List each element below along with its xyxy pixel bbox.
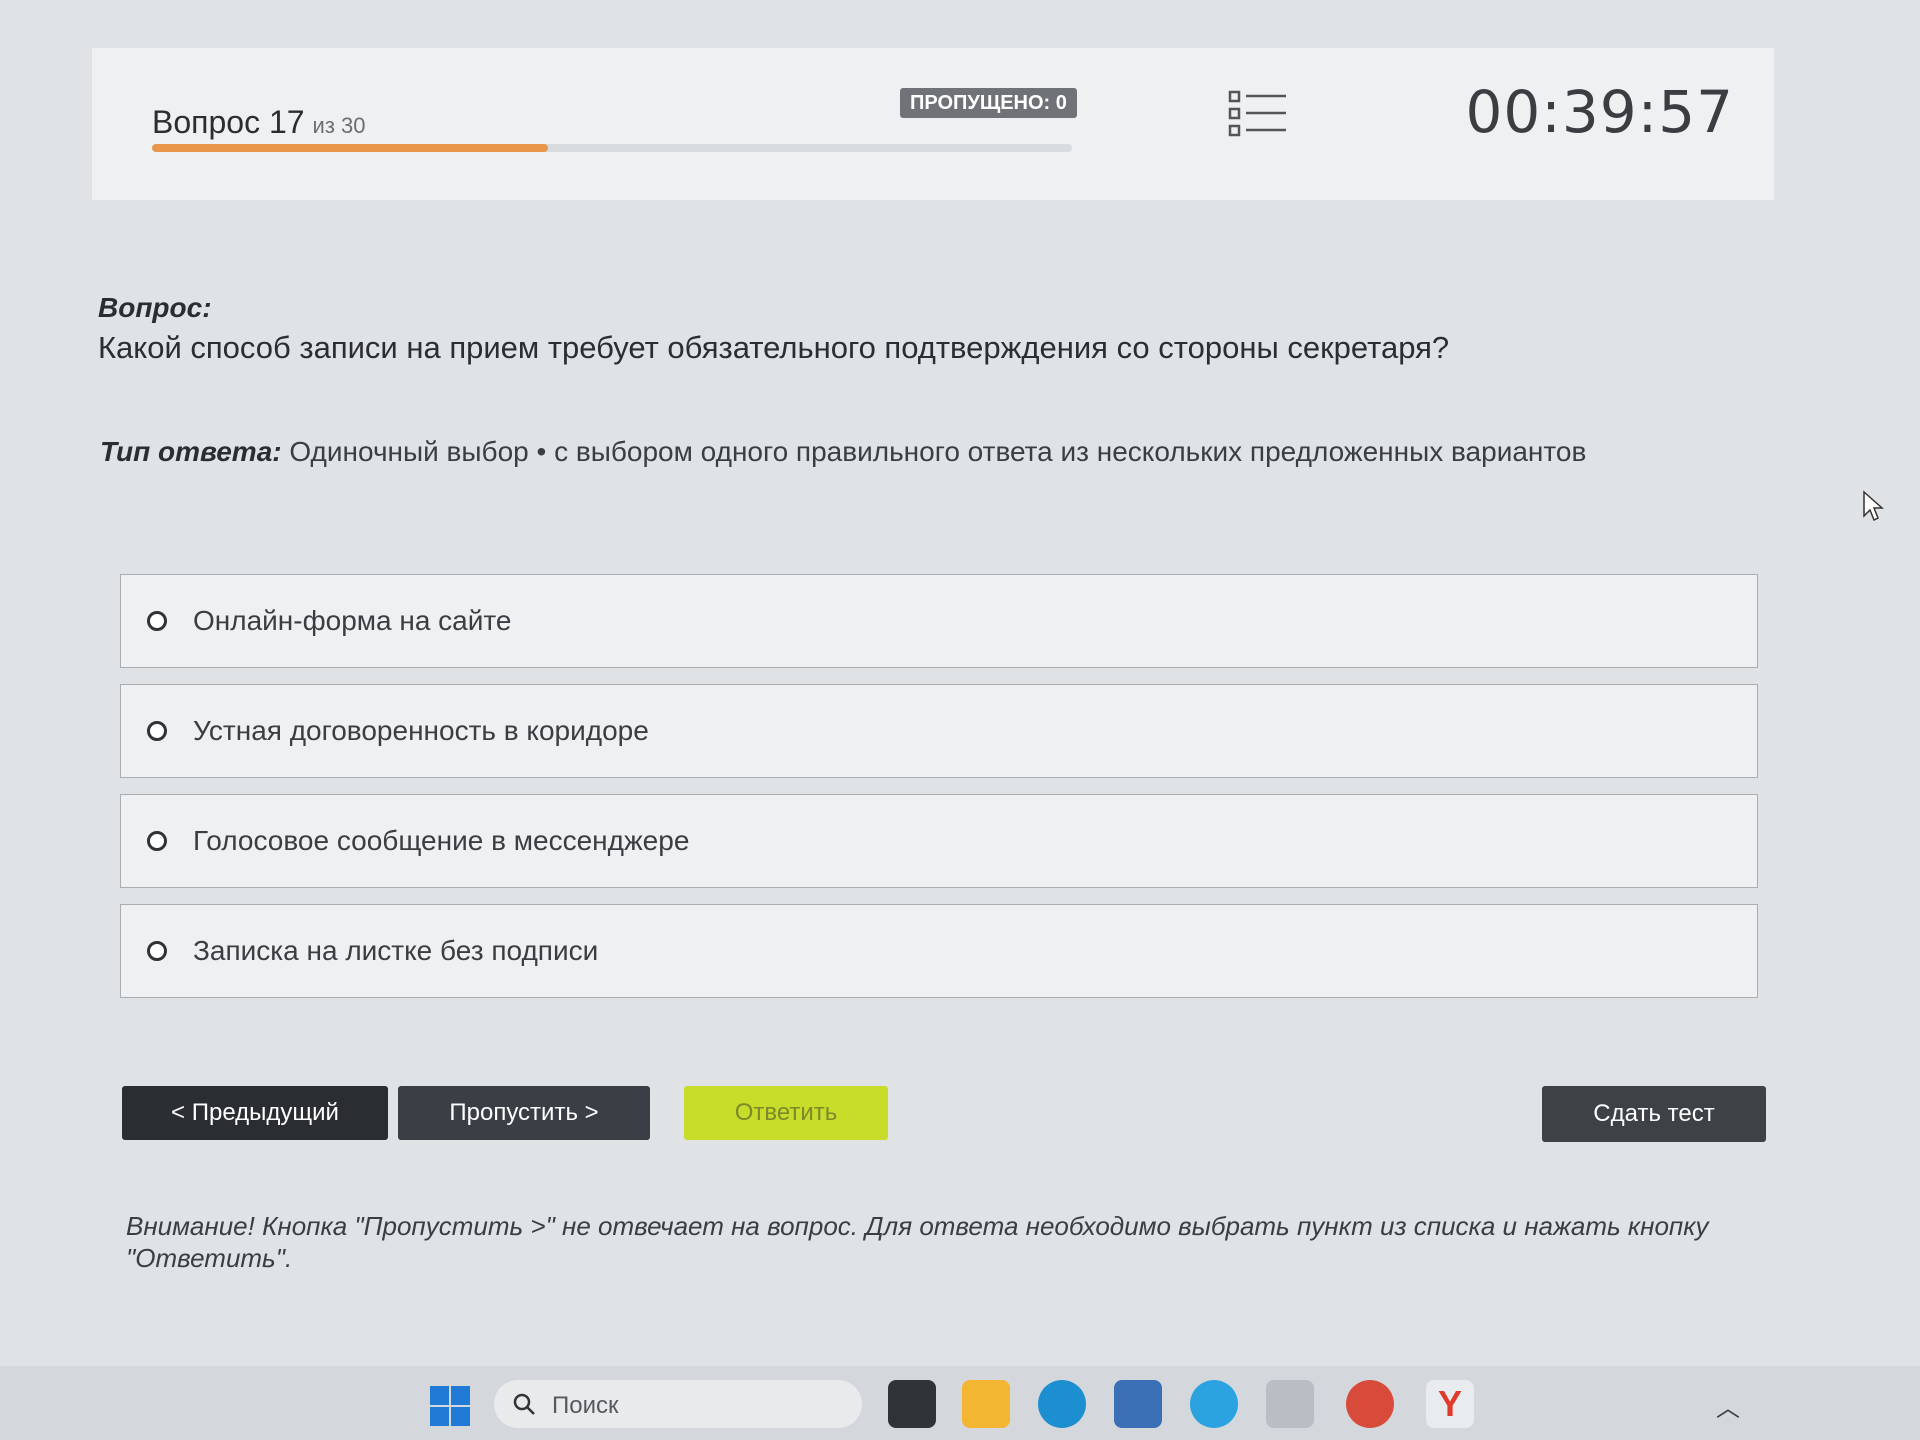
warning-note: Внимание! Кнопка "Пропустить >" не отвеч…	[126, 1211, 1709, 1273]
radio-button[interactable]	[147, 611, 167, 631]
submit-test-button[interactable]: Сдать тест	[1542, 1086, 1766, 1142]
progress-bar-fill	[152, 144, 548, 152]
previous-button[interactable]: < Предыдущий	[122, 1086, 388, 1140]
question-counter: Вопрос 17 из 30	[152, 104, 366, 141]
photos-icon[interactable]	[1266, 1380, 1314, 1428]
store-icon[interactable]	[1114, 1380, 1162, 1428]
radio-button[interactable]	[147, 941, 167, 961]
question-label: Вопрос:	[98, 292, 212, 323]
answer-option-label: Записка на листке без подписи	[193, 935, 599, 966]
taskbar-search[interactable]: Поиск	[494, 1380, 862, 1428]
question-list-icon[interactable]	[1228, 88, 1288, 140]
skipped-badge: ПРОПУЩЕНО: 0	[900, 88, 1077, 118]
answer-type-label: Тип ответа:	[100, 436, 282, 467]
answer-button[interactable]: Ответить	[684, 1086, 888, 1140]
answer-option-label: Голосовое сообщение в мессенджере	[193, 825, 690, 856]
radio-button[interactable]	[147, 831, 167, 851]
search-icon	[513, 1393, 535, 1415]
tray-chevron-up-icon[interactable]: ︿	[1716, 1388, 1740, 1423]
timer: 00:39:57	[1465, 78, 1734, 146]
answer-option[interactable]: Записка на листке без подписи	[120, 904, 1758, 998]
chrome-icon[interactable]	[1346, 1380, 1394, 1428]
answer-type: Тип ответа: Одиночный выбор • с выбором …	[100, 436, 1586, 468]
edge-icon[interactable]	[1038, 1380, 1086, 1428]
progress-bar	[152, 144, 1072, 152]
answer-option[interactable]: Голосовое сообщение в мессенджере	[120, 794, 1758, 888]
answer-option-label: Устная договоренность в коридоре	[193, 715, 649, 746]
mouse-cursor-icon	[1863, 490, 1884, 522]
telegram-icon[interactable]	[1190, 1380, 1238, 1428]
search-placeholder: Поиск	[552, 1392, 619, 1419]
question-total: из 30	[312, 113, 366, 138]
file-explorer-icon[interactable]	[962, 1380, 1010, 1428]
answer-type-value: Одиночный выбор • с выбором одного прави…	[289, 436, 1587, 467]
answer-option[interactable]: Устная договоренность в коридоре	[120, 684, 1758, 778]
radio-button[interactable]	[147, 721, 167, 741]
taskbar: Поиск Y ︿	[0, 1366, 1920, 1440]
answer-option-label: Онлайн-форма на сайте	[193, 605, 512, 636]
task-view-icon[interactable]	[888, 1380, 936, 1428]
question-text: Какой способ записи на прием требует обя…	[98, 330, 1450, 365]
test-header: Вопрос 17 из 30 ПРОПУЩЕНО: 0 00:39:57	[92, 48, 1774, 200]
yandex-browser-icon[interactable]: Y	[1426, 1380, 1474, 1428]
question-number: Вопрос 17	[152, 104, 305, 140]
skip-button[interactable]: Пропустить >	[398, 1086, 650, 1140]
answer-option[interactable]: Онлайн-форма на сайте	[120, 574, 1758, 668]
windows-start-icon[interactable]	[430, 1386, 470, 1426]
